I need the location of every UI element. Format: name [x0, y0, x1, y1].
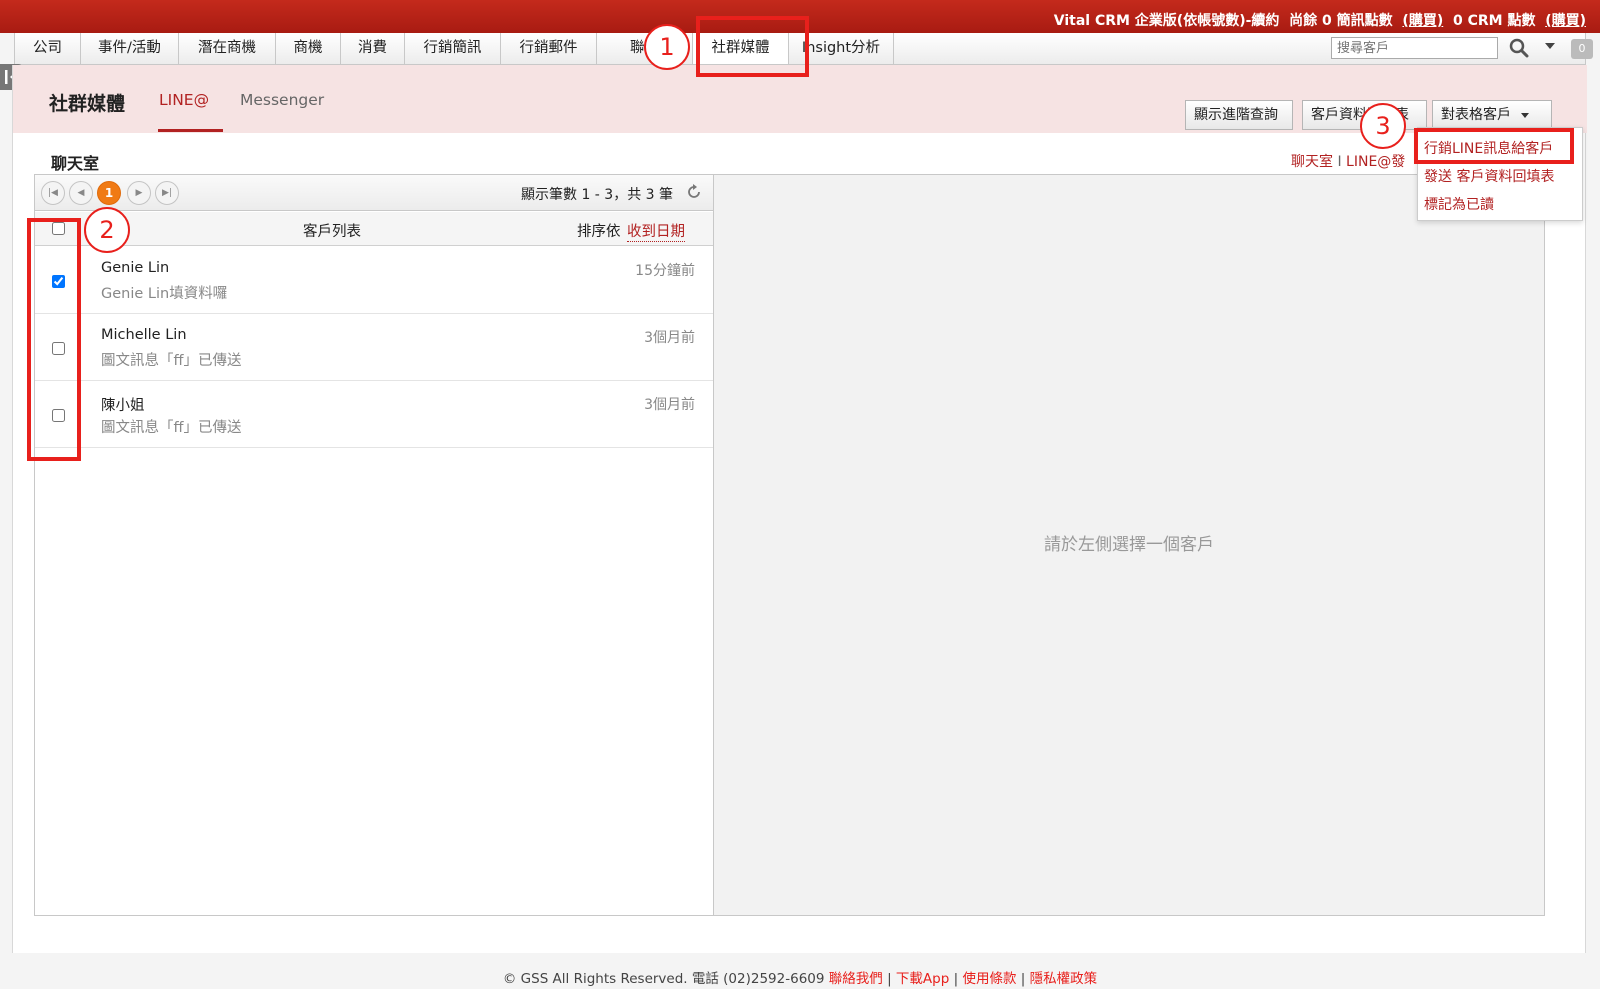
search-input[interactable] [1331, 37, 1498, 59]
customer-name: Michelle Lin [101, 327, 187, 343]
last-message: Genie Lin填資料囉 [101, 286, 228, 302]
tab-line[interactable]: LINE@ [159, 91, 209, 109]
received-time: 15分鐘前 [635, 263, 695, 279]
chat-room-title: 聊天室 [51, 154, 100, 173]
annotation-marker-3: 3 [1360, 103, 1406, 149]
last-message: 圖文訊息「ff」已傳送 [101, 353, 242, 369]
main-panel: 社群媒體 LINE@ Messenger 顯示進階查詢 客戶資料回填表 對表格客… [12, 65, 1587, 953]
plan-text: Vital CRM 企業版(依帳號數)-續約 [1053, 13, 1280, 29]
bulk-customers-label: 對表格客戶 [1441, 107, 1511, 123]
empty-state-text: 請於左側選擇一個客戶 [1044, 535, 1214, 555]
last-page-icon[interactable]: ▶| [155, 181, 179, 205]
account-status: Vital CRM 企業版(依帳號數)-續約 尚餘 0 簡訊點數 (購買) 0 … [1054, 10, 1586, 30]
advanced-query-button[interactable]: 顯示進階查詢 [1185, 100, 1293, 130]
next-page-icon[interactable]: ▶ [127, 181, 151, 205]
crm-points: 0 CRM 點數 [1452, 13, 1536, 29]
first-page-icon[interactable]: |◀ [41, 181, 65, 205]
tab-email-marketing[interactable]: 行銷郵件 [501, 33, 597, 64]
sort-by-received-date[interactable]: 收到日期 [627, 220, 685, 242]
tab-messenger[interactable]: Messenger [240, 91, 324, 109]
current-page[interactable]: 1 [97, 181, 121, 205]
customer-name: Genie Lin [101, 260, 170, 276]
footer-link-privacy[interactable]: 隱私權政策 [1030, 971, 1098, 987]
annotation-box-2 [27, 218, 81, 461]
pagination-bar: |◀ ◀ 1 ▶ ▶| 顯示筆數 1 - 3，共 3 筆 [35, 175, 713, 211]
footer-link-terms[interactable]: 使用條款 [962, 971, 1016, 987]
chat-detail-panel: 請於左側選擇一個客戶 [714, 174, 1545, 916]
buy-sms-link[interactable]: (購買) [1402, 13, 1443, 29]
annotation-marker-1: 1 [644, 24, 690, 70]
footer-link-download-app[interactable]: 下載App [896, 971, 949, 987]
tab-consumption[interactable]: 消費 [341, 33, 405, 64]
list-header-label: 客戶列表 [303, 224, 361, 240]
annotation-marker-2: 2 [84, 207, 130, 253]
refresh-icon[interactable] [685, 183, 703, 201]
last-message: 圖文訊息「ff」已傳送 [101, 420, 242, 436]
tab-events[interactable]: 事件/活動 [81, 33, 179, 64]
breadcrumb: 聊天室 I LINE@發 [1291, 151, 1405, 171]
annotation-box-3 [1414, 128, 1574, 164]
active-tab-indicator [158, 129, 223, 132]
tab-company[interactable]: 公司 [15, 33, 81, 64]
footer: © GSS All Rights Reserved. 電話 (02)2592-6… [0, 967, 1600, 987]
footer-separator: | [1020, 971, 1026, 987]
list-header: 客戶列表 排序依 收到日期 [35, 212, 713, 246]
page-title: 社群媒體 [49, 93, 126, 115]
prev-page-icon[interactable]: ◀ [69, 181, 93, 205]
footer-separator: | [953, 971, 959, 987]
notification-badge[interactable]: 0 [1571, 39, 1593, 59]
buy-crm-link[interactable]: (購買) [1545, 13, 1586, 29]
search-icon[interactable] [1509, 38, 1529, 58]
tab-opportunities[interactable]: 商機 [276, 33, 341, 64]
breadcrumb-chat[interactable]: 聊天室 [1291, 154, 1333, 170]
breadcrumb-line[interactable]: LINE@發 [1346, 154, 1405, 170]
menu-item-mark-read[interactable]: 標記為已讀 [1424, 194, 1494, 214]
footer-separator: | [887, 971, 892, 987]
sort-label: 排序依 [577, 224, 621, 240]
customer-name: 陳小姐 [101, 398, 145, 414]
list-item[interactable]: Michelle Lin 圖文訊息「ff」已傳送 3個月前 [35, 314, 713, 381]
received-time: 3個月前 [644, 330, 695, 346]
copyright-text: © GSS All Rights Reserved. 電話 (02)2592-6… [502, 971, 825, 987]
received-time: 3個月前 [644, 397, 695, 413]
list-item[interactable]: Genie Lin Genie Lin填資料囉 15分鐘前 [35, 247, 713, 314]
breadcrumb-separator: I [1337, 154, 1342, 170]
bulk-customers-button[interactable]: 對表格客戶 [1432, 100, 1552, 130]
dropdown-caret-icon [1521, 112, 1529, 118]
customer-list-panel: |◀ ◀ 1 ▶ ▶| 顯示筆數 1 - 3，共 3 筆 客戶列表 排序依 收到… [34, 174, 714, 916]
tab-leads[interactable]: 潛在商機 [179, 33, 276, 64]
chevron-down-icon[interactable] [1545, 43, 1555, 49]
footer-link-contact[interactable]: 聯絡我們 [829, 971, 883, 987]
annotation-box-1 [696, 16, 809, 77]
sms-points: 尚餘 0 簡訊點數 [1289, 13, 1393, 29]
list-item[interactable]: 陳小姐 圖文訊息「ff」已傳送 3個月前 [35, 381, 713, 448]
menu-item-send-customer-form[interactable]: 發送 客戶資料回填表 [1424, 166, 1554, 186]
tab-sms-marketing[interactable]: 行銷簡訊 [405, 33, 501, 64]
record-count: 顯示筆數 1 - 3，共 3 筆 [521, 187, 674, 203]
